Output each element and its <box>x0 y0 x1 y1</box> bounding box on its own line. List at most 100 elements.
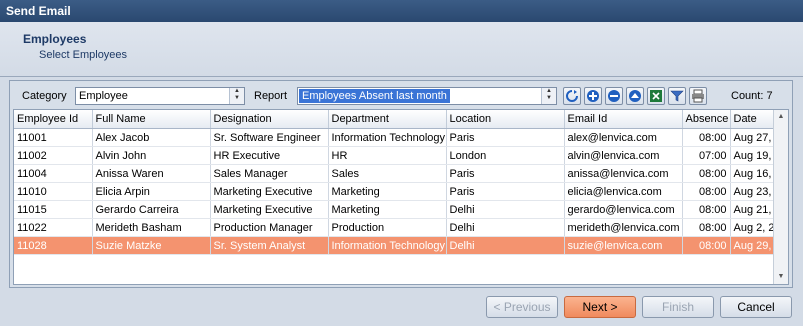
remove-icon[interactable] <box>605 87 623 105</box>
table-cell: Paris <box>446 164 565 183</box>
table-cell: elicia@lenvica.com <box>564 182 683 201</box>
table-cell: Sales Manager <box>210 164 329 183</box>
move-up-icon[interactable] <box>626 87 644 105</box>
table-cell: Sr. Software Engineer <box>210 128 329 147</box>
scroll-up-icon[interactable]: ▲ <box>774 110 788 124</box>
table-cell: Information Technology <box>328 128 447 147</box>
table-cell: Marketing <box>328 200 447 219</box>
table-cell: 11022 <box>14 218 93 237</box>
table-cell: 08:00 <box>682 164 731 183</box>
table-row[interactable]: 11022 Merideth Basham Production Manager Pr… <box>14 218 777 237</box>
employee-grid[interactable]: Employee Id Full Name Designation Depart… <box>13 109 789 285</box>
table-cell: Aug 16, 2 <box>730 164 777 183</box>
table-cell: 11004 <box>14 164 93 183</box>
table-cell: London <box>446 146 565 165</box>
category-spin-icon[interactable]: ▲ ▼ <box>229 88 244 104</box>
next-button[interactable]: Next > <box>564 296 636 318</box>
refresh-icon[interactable] <box>563 87 581 105</box>
table-cell: Marketing Executive <box>210 200 329 219</box>
finish-button[interactable]: Finish <box>642 296 714 318</box>
table-cell: Suzie Matzke <box>92 236 211 255</box>
scroll-down-icon[interactable]: ▼ <box>774 270 788 284</box>
table-cell: Aug 29, 2 <box>730 236 777 255</box>
table-cell: Information Technology <box>328 236 447 255</box>
table-cell: 11010 <box>14 182 93 201</box>
table-cell: Production Manager <box>210 218 329 237</box>
table-cell: 11002 <box>14 146 93 165</box>
page-title: Employees <box>23 32 87 46</box>
cancel-button[interactable]: Cancel <box>720 296 792 318</box>
wizard-body: Category Employee ▲ ▼ Report Employees Ab… <box>0 77 803 326</box>
excel-export-icon[interactable] <box>647 87 665 105</box>
category-value: Employee <box>79 90 128 102</box>
grid-header-row: Employee Id Full Name Designation Depart… <box>14 110 777 129</box>
add-icon[interactable] <box>584 87 602 105</box>
table-cell: alvin@lenvica.com <box>564 146 683 165</box>
table-cell: 11015 <box>14 200 93 219</box>
table-row[interactable]: 11004 Anissa Waren Sales Manager Sales Paris… <box>14 164 777 183</box>
column-header[interactable]: Employee Id <box>14 110 93 129</box>
wizard-header: Employees Select Employees <box>0 22 803 77</box>
table-cell: Aug 19, 2 <box>730 146 777 165</box>
table-cell: Aug 21, 2 <box>730 200 777 219</box>
column-header[interactable]: Location <box>446 110 565 129</box>
table-cell: 11001 <box>14 128 93 147</box>
table-cell: merideth@lenvica.com <box>564 218 683 237</box>
table-cell: gerardo@lenvica.com <box>564 200 683 219</box>
table-cell: Alex Jacob <box>92 128 211 147</box>
column-header[interactable]: Department <box>328 110 447 129</box>
table-cell: Delhi <box>446 200 565 219</box>
table-cell: Sr. System Analyst <box>210 236 329 255</box>
table-cell: 08:00 <box>682 182 731 201</box>
grid-vertical-scrollbar[interactable]: ▲ ▼ <box>773 110 788 284</box>
report-value: Employees Absent last month <box>299 89 450 103</box>
filter-panel: Category Employee ▲ ▼ Report Employees Ab… <box>9 80 793 288</box>
column-header[interactable]: Full Name <box>92 110 211 129</box>
table-cell: Aug 27, 2 <box>730 128 777 147</box>
column-header[interactable]: Email Id <box>564 110 683 129</box>
table-cell: Delhi <box>446 236 565 255</box>
table-cell: 08:00 <box>682 236 731 255</box>
table-cell: HR <box>328 146 447 165</box>
window-title: Send Email <box>0 0 803 22</box>
table-cell: Aug 23, 2 <box>730 182 777 201</box>
table-row[interactable]: 11002 Alvin John HR Executive HR London alvin… <box>14 146 777 165</box>
column-header[interactable]: Designation <box>210 110 329 129</box>
table-cell: HR Executive <box>210 146 329 165</box>
column-header[interactable]: Date <box>730 110 777 129</box>
column-header[interactable]: Absence <box>682 110 731 129</box>
table-cell: Sales <box>328 164 447 183</box>
page-subtitle: Select Employees <box>39 49 128 61</box>
category-label: Category <box>22 90 67 102</box>
print-icon[interactable] <box>689 87 707 105</box>
table-cell: suzie@lenvica.com <box>564 236 683 255</box>
table-cell: Production <box>328 218 447 237</box>
table-cell: 08:00 <box>682 128 731 147</box>
table-row[interactable]: 11028 Suzie Matzke Sr. System Analyst Infor… <box>14 236 777 255</box>
table-cell: Elicia Arpin <box>92 182 211 201</box>
report-spin-icon[interactable]: ▲ ▼ <box>541 88 556 104</box>
record-count: Count: 7 <box>731 90 773 102</box>
table-row[interactable]: 11010 Elicia Arpin Marketing Executive Mark… <box>14 182 777 201</box>
table-cell: anissa@lenvica.com <box>564 164 683 183</box>
table-row[interactable]: 11015 Gerardo Carreira Marketing Executive… <box>14 200 777 219</box>
table-cell: 07:00 <box>682 146 731 165</box>
table-cell: Marketing <box>328 182 447 201</box>
report-select[interactable]: Employees Absent last month ▲ ▼ <box>297 87 557 105</box>
filter-icon[interactable] <box>668 87 686 105</box>
table-cell: Paris <box>446 182 565 201</box>
table-cell: 08:00 <box>682 200 731 219</box>
table-cell: Delhi <box>446 218 565 237</box>
report-label: Report <box>254 90 288 102</box>
table-cell: 11028 <box>14 236 93 255</box>
category-select[interactable]: Employee ▲ ▼ <box>75 87 245 105</box>
table-cell: Gerardo Carreira <box>92 200 211 219</box>
table-cell: Aug 2, 20 <box>730 218 777 237</box>
previous-button[interactable]: < Previous <box>486 296 558 318</box>
table-cell: Marketing Executive <box>210 182 329 201</box>
table-cell: Merideth Basham <box>92 218 211 237</box>
table-cell: 08:00 <box>682 218 731 237</box>
table-cell: Alvin John <box>92 146 211 165</box>
table-row[interactable]: 11001 Alex Jacob Sr. Software Engineer Info… <box>14 128 777 147</box>
table-cell: Anissa Waren <box>92 164 211 183</box>
